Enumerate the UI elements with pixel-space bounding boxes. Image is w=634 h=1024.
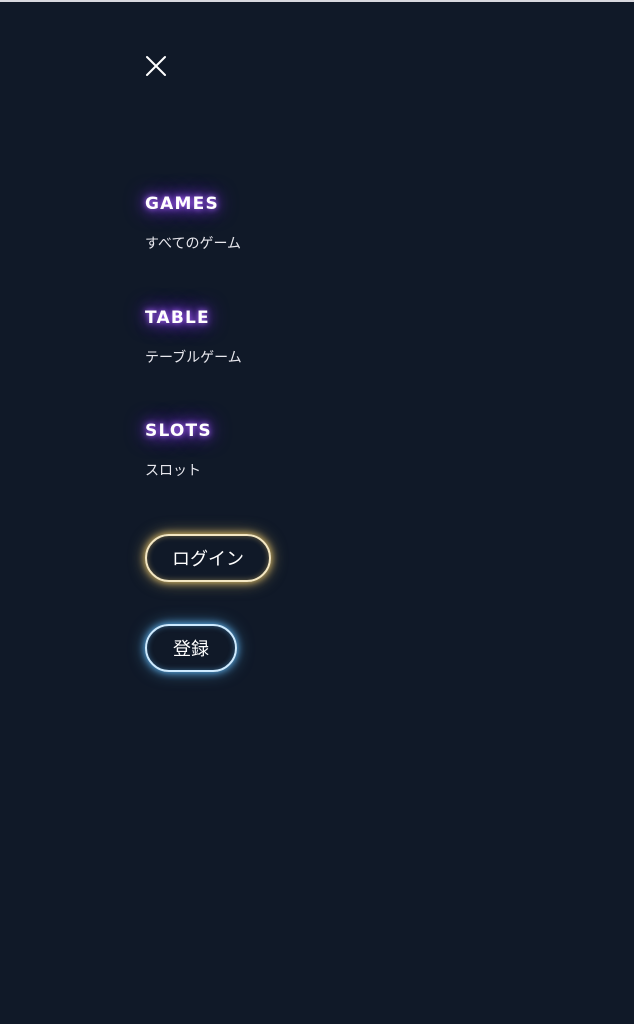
section-slots: SLOTS スロット (145, 420, 212, 480)
close-button[interactable] (145, 54, 167, 76)
section-games: GAMES すべてのゲーム (145, 193, 241, 253)
top-border (0, 0, 634, 2)
link-slots[interactable]: スロット (145, 462, 212, 480)
register-button[interactable]: 登録 (145, 624, 237, 672)
link-table-games[interactable]: テーブルゲーム (145, 349, 242, 367)
section-title-games: GAMES (145, 194, 219, 214)
link-all-games[interactable]: すべてのゲーム (145, 235, 241, 253)
section-title-table: TABLE (145, 308, 210, 328)
login-button[interactable]: ログイン (145, 534, 271, 582)
close-icon (146, 56, 166, 76)
section-title-slots: SLOTS (145, 421, 212, 441)
section-table: TABLE テーブルゲーム (145, 307, 242, 367)
